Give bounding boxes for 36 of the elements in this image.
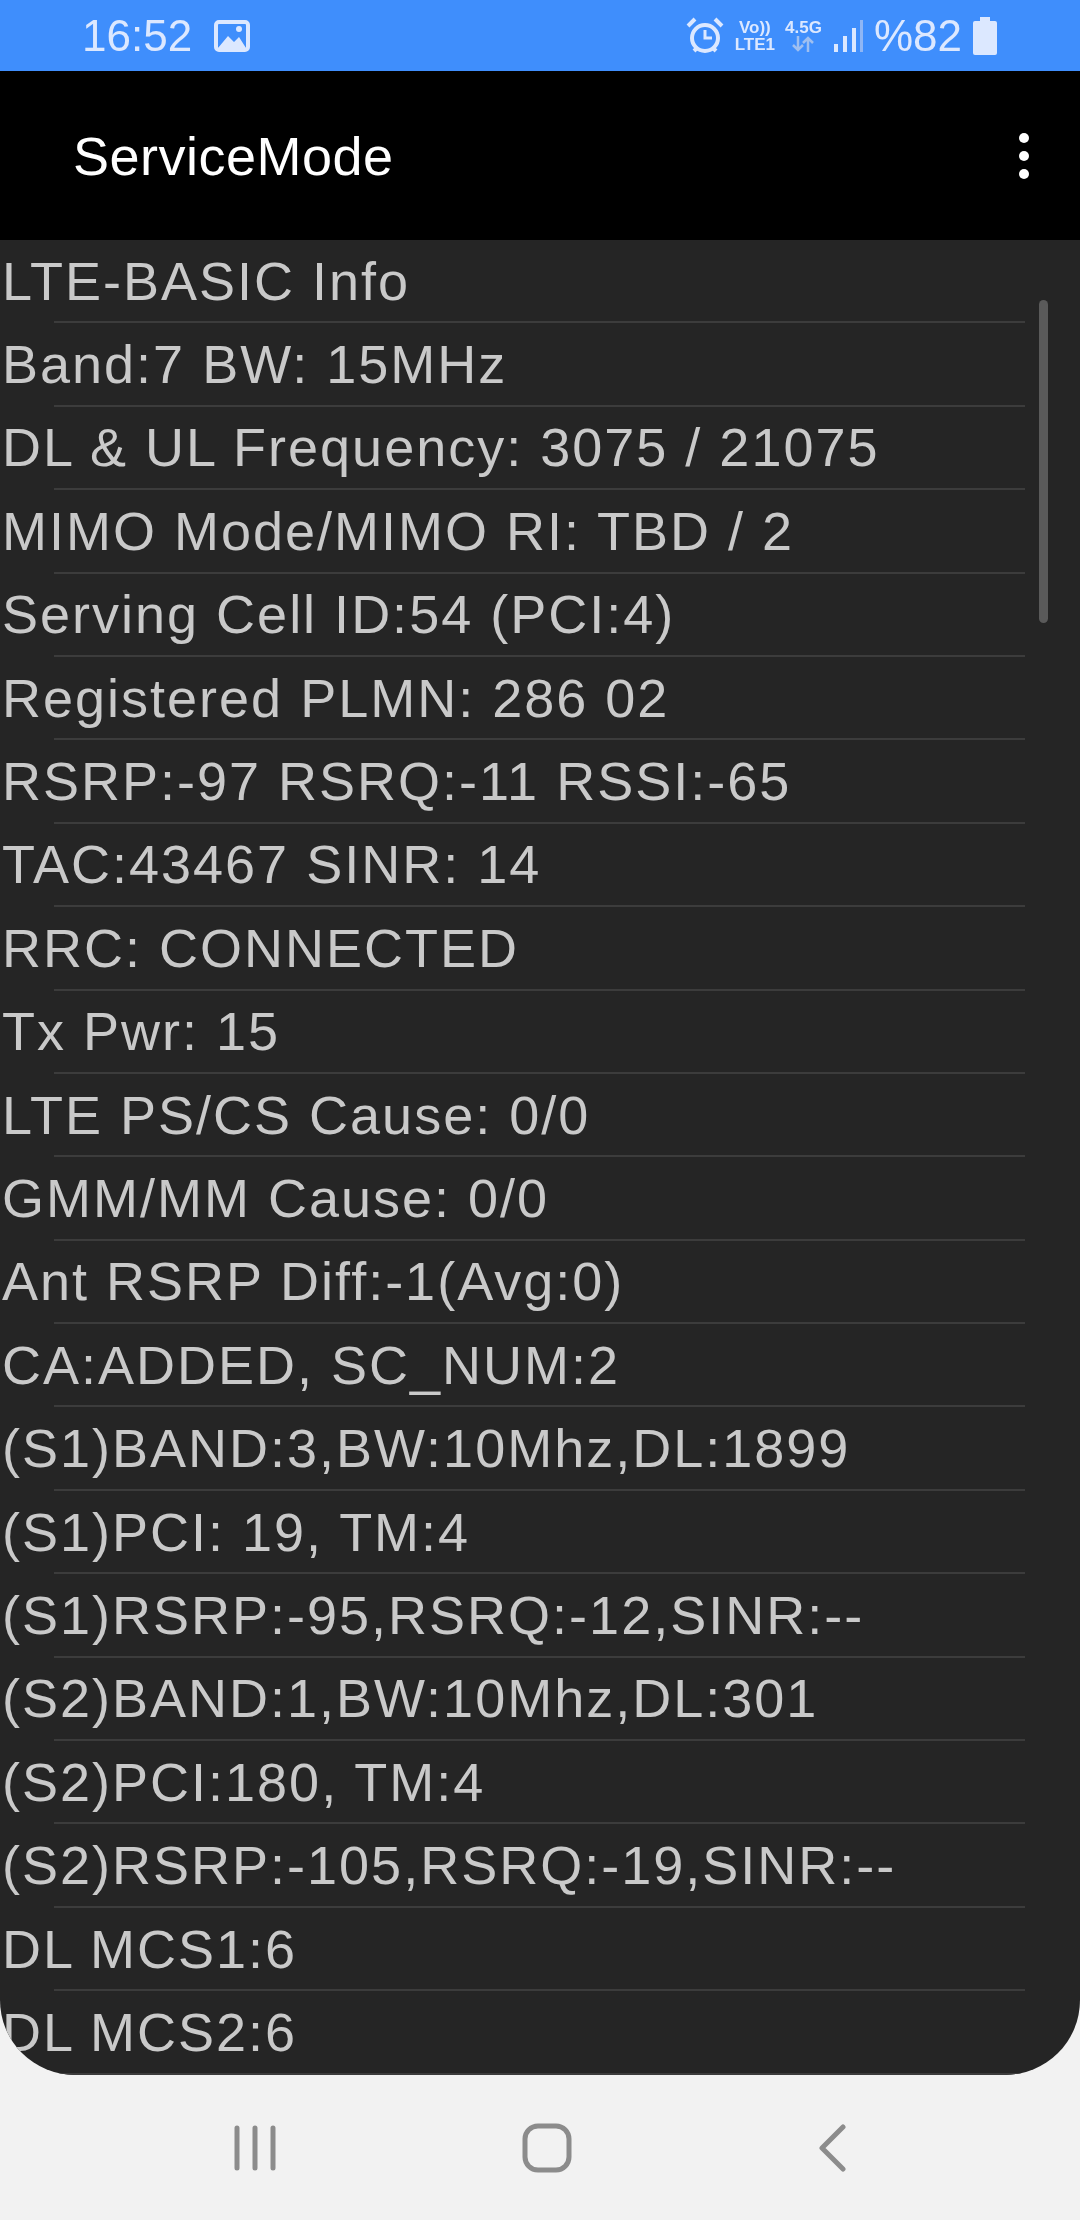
back-icon[interactable] (817, 2123, 848, 2172)
info-line: RRC: CONNECTED (2, 916, 519, 979)
recent-apps-icon[interactable] (232, 2124, 277, 2171)
info-line: DL & UL Frequency: 3075 / 21075 (2, 416, 880, 479)
info-line: LTE-BASIC Info (2, 249, 411, 312)
image-icon (214, 19, 251, 52)
info-line: (S1)PCI: 19, TM:4 (2, 1500, 471, 1563)
data-arrows-icon (791, 36, 816, 52)
info-line: MIMO Mode/MIMO RI: TBD / 2 (2, 499, 795, 562)
battery-icon (972, 16, 998, 55)
info-line: TAC:43467 SINR: 14 (2, 833, 542, 896)
info-line: (S2)PCI:180, TM:4 (2, 1750, 486, 1813)
alarm-icon (684, 15, 725, 56)
battery-percent: %82 (873, 10, 962, 61)
info-line: Band:7 BW: 15MHz (2, 333, 508, 396)
generation-label: 4.5G (785, 19, 822, 36)
info-line: (S1)RSRP:-95,RSRQ:-12,SINR:-- (2, 1583, 865, 1646)
info-line: Serving Cell ID:54 (PCI:4) (2, 583, 676, 646)
signal-icon (831, 17, 864, 54)
app-title: ServiceMode (73, 124, 394, 187)
info-line: Registered PLMN: 286 02 (2, 666, 670, 729)
info-line: RSRP:-97 RSRQ:-11 RSSI:-65 (2, 750, 792, 813)
info-line: LTE PS/CS Cause: 0/0 (2, 1083, 591, 1146)
info-line: DL MCS1:6 (2, 1917, 298, 1980)
info-line: (S2)RSRP:-105,RSRQ:-19,SINR:-- (2, 1834, 897, 1897)
home-icon[interactable] (522, 2122, 572, 2173)
info-line: (S2)BAND:1,BW:10Mhz,DL:301 (2, 1667, 819, 1730)
info-line: Tx Pwr: 15 (2, 1000, 281, 1063)
info-line: GMM/MM Cause: 0/0 (2, 1167, 550, 1229)
more-options-icon (1018, 131, 1030, 180)
info-line: (S1)BAND:3,BW:10Mhz,DL:1899 (2, 1417, 851, 1480)
clock-time: 16:52 (82, 10, 193, 61)
network-label: LTE1 (734, 35, 776, 53)
info-line: CA:ADDED, SC_NUM:2 (2, 1333, 621, 1396)
info-line: Ant RSRP Diff:-1(Avg:0) (2, 1250, 625, 1313)
volte-label: Vo)) (739, 18, 771, 36)
